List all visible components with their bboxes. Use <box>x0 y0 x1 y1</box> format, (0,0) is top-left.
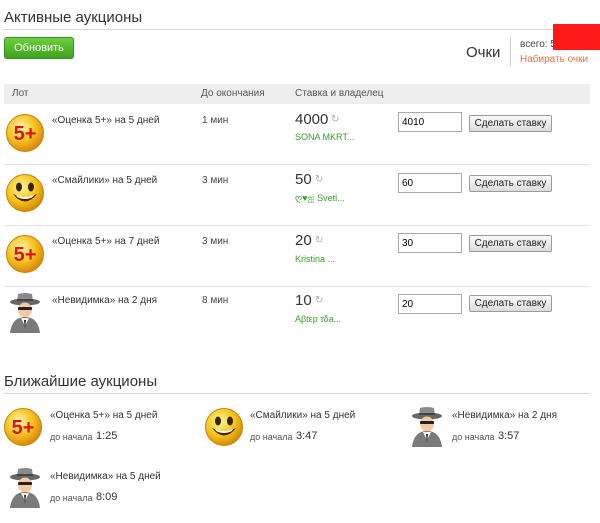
bid-amount-input[interactable] <box>398 112 462 132</box>
smiley-icon <box>204 407 244 447</box>
start-label: до начала <box>50 432 93 442</box>
bid-amount-input[interactable] <box>398 294 462 314</box>
time-left: 8 мин <box>202 295 229 306</box>
start-label: до начала <box>452 432 495 442</box>
bid-owner[interactable]: Kristina ... <box>295 254 335 264</box>
place-bid-button[interactable]: Сделать ставку <box>469 295 552 312</box>
invisible-spy-icon <box>8 468 42 508</box>
column-header-bid-owner: Ставка и владелец <box>295 88 384 99</box>
invisible-spy-icon <box>410 407 444 447</box>
invisible-spy-icon <box>8 293 42 333</box>
start-label: до начала <box>250 432 293 442</box>
points-divider <box>510 36 511 66</box>
upcoming-item: «Невидимка» на 5 дней до начала 8:09 <box>0 465 200 515</box>
five-plus-icon <box>5 113 45 153</box>
refresh-bid-icon[interactable]: ↻ <box>315 235 323 246</box>
page-title: Активные аукционы <box>4 9 143 26</box>
start-countdown: 8:09 <box>96 491 118 503</box>
time-left: 3 мин <box>202 236 229 247</box>
bid-amount-input[interactable] <box>398 173 462 193</box>
points-label: Очки <box>466 44 501 61</box>
time-left: 3 мин <box>202 175 229 186</box>
five-plus-icon <box>5 234 45 274</box>
refresh-bid-icon[interactable]: ↻ <box>315 295 323 306</box>
table-row: «Оценка 5+» на 5 дней 1 мин 4000 ↻ SONA … <box>0 104 600 164</box>
bid-owner[interactable]: Aβtεp τδa... <box>295 314 341 324</box>
column-header-time-left: До окончания <box>201 88 265 99</box>
current-bid: 4000 <box>295 111 329 128</box>
lot-name: «Оценка 5+» на 7 дней <box>52 236 160 247</box>
upcoming-title: Ближайшие аукционы <box>4 373 158 390</box>
refresh-bid-icon[interactable]: ↻ <box>331 114 339 125</box>
five-plus-icon <box>3 407 43 447</box>
upcoming-item: «Смайлики» на 5 дней до начала 3:47 <box>200 404 400 454</box>
current-bid: 20 <box>295 232 312 249</box>
lot-name: «Оценка 5+» на 5 дней <box>52 115 160 126</box>
table-row: «Оценка 5+» на 7 дней 3 мин 20 ↻ Kristin… <box>0 226 600 286</box>
bid-amount-input[interactable] <box>398 233 462 253</box>
start-countdown: 3:57 <box>498 430 520 442</box>
upcoming-lot-name: «Невидимка» на 5 дней <box>50 471 161 482</box>
place-bid-button[interactable]: Сделать ставку <box>469 115 552 132</box>
start-label: до начала <box>50 493 93 503</box>
lot-name: «Невидимка» на 2 дня <box>52 295 158 306</box>
current-bid: 50 <box>295 171 312 188</box>
refresh-button[interactable]: Обновить <box>4 37 74 59</box>
upcoming-item: «Оценка 5+» на 5 дней до начала 1:25 <box>0 404 200 454</box>
bid-owner[interactable]: SONA MKRT... <box>295 132 354 142</box>
place-bid-button[interactable]: Сделать ставку <box>469 235 552 252</box>
column-header-lot: Лот <box>12 88 29 99</box>
time-left: 1 мин <box>202 115 229 126</box>
upcoming-divider <box>4 393 590 394</box>
red-marker <box>553 24 600 50</box>
current-bid: 10 <box>295 292 312 309</box>
title-divider <box>4 29 590 30</box>
earn-points-link[interactable]: Набирать очки <box>520 54 588 65</box>
table-row: «Невидимка» на 2 дня 8 мин 10 ↻ Aβtεp τδ… <box>0 287 600 347</box>
table-row: «Смайлики» на 5 дней 3 мин 50 ↻ ღ♥ஐ Svet… <box>0 165 600 225</box>
start-countdown: 1:25 <box>96 430 118 442</box>
lot-name: «Смайлики» на 5 дней <box>52 175 158 186</box>
upcoming-lot-name: «Смайлики» на 5 дней <box>250 410 356 421</box>
bid-owner[interactable]: ღ♥ஐ Svetl... <box>295 193 345 205</box>
upcoming-lot-name: «Оценка 5+» на 5 дней <box>50 410 158 421</box>
upcoming-item: «Невидимка» на 2 дня до начала 3:57 <box>402 404 600 454</box>
refresh-bid-icon[interactable]: ↻ <box>315 174 323 185</box>
upcoming-lot-name: «Невидимка» на 2 дня <box>452 410 558 421</box>
points-total: всего: 5 <box>520 39 556 50</box>
smiley-icon <box>5 173 45 213</box>
start-countdown: 3:47 <box>296 430 318 442</box>
place-bid-button[interactable]: Сделать ставку <box>469 175 552 192</box>
